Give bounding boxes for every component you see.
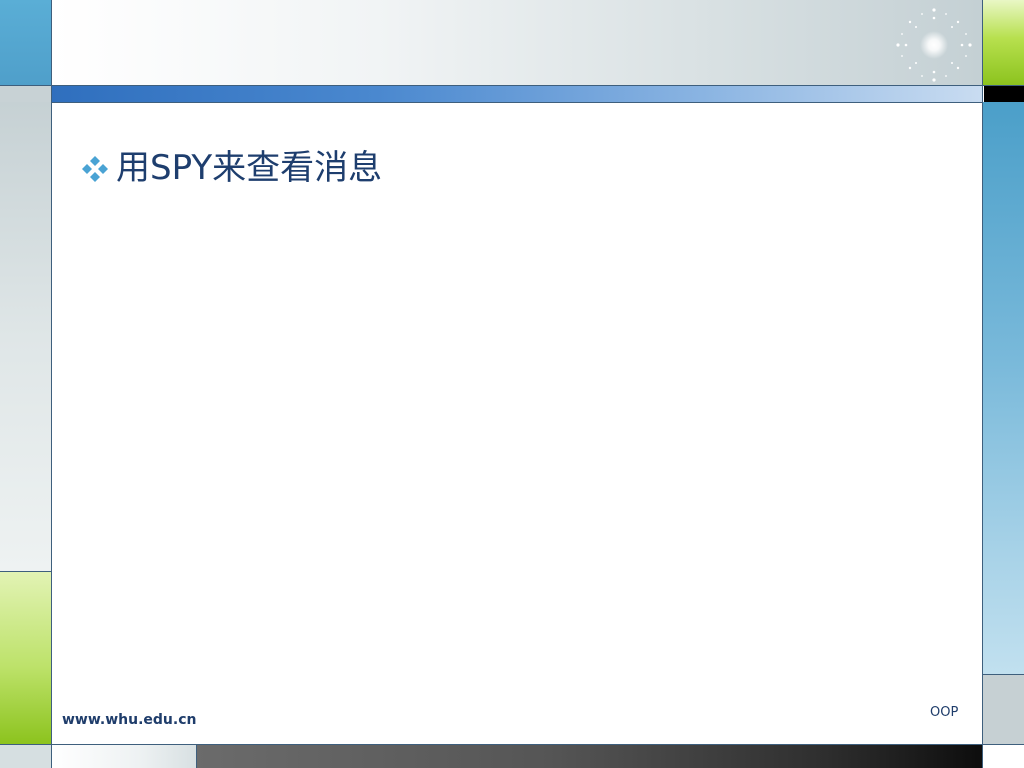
left-gray-panel xyxy=(0,102,51,572)
top-left-blue-block xyxy=(0,0,51,85)
header-band xyxy=(51,0,982,85)
left-bottom-block xyxy=(0,745,51,768)
footer-course-code: OOP xyxy=(930,705,959,720)
left-header-strip xyxy=(0,86,51,102)
right-bottom-block xyxy=(983,745,1024,768)
bottom-light-strip xyxy=(51,745,196,768)
frame-line-right-divider xyxy=(983,674,1024,675)
four-diamond-bullet-icon xyxy=(82,156,108,182)
slide: 用SPY来查看消息 www.whu.edu.cn OOP xyxy=(0,0,1024,768)
frame-line-header-bottom xyxy=(51,102,982,103)
frame-line-left xyxy=(51,0,52,768)
right-blue-panel xyxy=(983,102,1024,674)
left-green-panel xyxy=(0,572,51,744)
frame-line-bottom xyxy=(0,744,1024,745)
bullet-text: 用SPY来查看消息 xyxy=(116,148,383,188)
frame-line-right xyxy=(982,0,983,768)
frame-line-bottom-divider xyxy=(196,745,197,768)
black-corner-block xyxy=(984,86,1024,102)
footer-url: www.whu.edu.cn xyxy=(62,712,197,728)
right-gray-panel xyxy=(983,675,1024,744)
header-blue-bar xyxy=(51,86,982,102)
bottom-dark-bar xyxy=(196,745,983,768)
frame-line-top xyxy=(0,85,1024,86)
frame-line-left-divider xyxy=(0,571,51,572)
bullet-item: 用SPY来查看消息 xyxy=(80,143,382,193)
top-right-green-block xyxy=(982,0,1024,85)
sparkle-star-icon xyxy=(896,8,972,82)
